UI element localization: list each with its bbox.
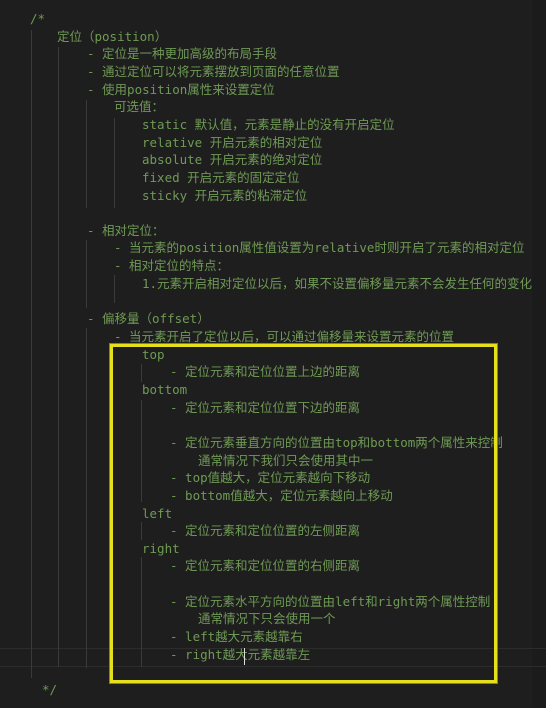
- code-line: - 使用position属性来设置定位: [87, 82, 275, 97]
- highlight-annotation-box: [110, 344, 497, 683]
- code-line: - 相对定位：: [87, 223, 165, 238]
- indent-guide: [86, 328, 87, 668]
- scrollbar[interactable]: [532, 0, 546, 708]
- indent-guide: [58, 47, 59, 667]
- code-line: 可选值：: [114, 99, 165, 114]
- code-line: */: [42, 682, 58, 697]
- code-line: absolute 开启元素的绝对定位: [142, 152, 323, 167]
- code-line: - 偏移量（offset）: [87, 311, 210, 326]
- indent-guide: [114, 275, 115, 303]
- code-line: static 默认值，元素是静止的没有开启定位: [142, 117, 395, 132]
- indent-guide: [114, 118, 115, 208]
- code-line: - 通过定位可以将元素摆放到页面的任意位置: [87, 64, 340, 79]
- code-line: 1.元素开启相对定位以后，如果不设置偏移量元素不会发生任何的变化: [142, 276, 533, 291]
- indent-guide: [86, 240, 87, 308]
- code-line: /*: [30, 11, 46, 26]
- code-line: - 定位是一种更加高级的布局手段: [87, 46, 278, 61]
- code-line: - 当元素的position属性值设置为relative时则开启了元素的相对定位: [114, 240, 525, 255]
- code-line: 定位（position）: [57, 29, 168, 44]
- indent-guide: [86, 100, 87, 208]
- code-line: - 相对定位的特点：: [114, 258, 230, 273]
- indent-guide: [31, 30, 32, 678]
- code-line: sticky 开启元素的粘滞定位: [142, 188, 308, 203]
- code-line: relative 开启元素的相对定位: [142, 135, 323, 150]
- code-line: fixed 开启元素的固定定位: [142, 170, 300, 185]
